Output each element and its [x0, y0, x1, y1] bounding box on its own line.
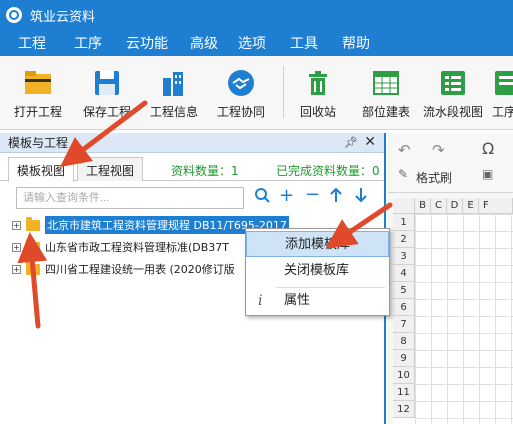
annotation-arrows [17, 100, 393, 329]
arrow-to-add-library [325, 202, 393, 249]
arrow-to-tree-node [17, 232, 48, 329]
arrow-to-template-tab [60, 100, 148, 168]
